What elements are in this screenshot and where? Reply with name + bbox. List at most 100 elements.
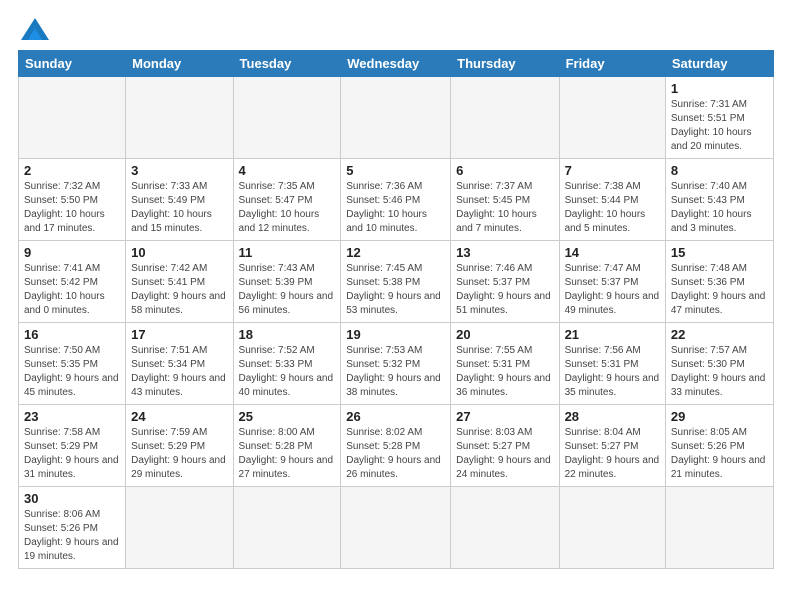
day-cell: 14 Sunrise: 7:47 AM Sunset: 5:37 PM Dayli… xyxy=(559,241,665,323)
day-number: 20 xyxy=(456,327,553,342)
week-row-2: 9Sunrise: 7:41 AM Sunset: 5:42 PM Daylig… xyxy=(19,241,774,323)
day-number: 29 xyxy=(671,409,768,424)
day-cell xyxy=(126,487,233,569)
day-cell: 9Sunrise: 7:41 AM Sunset: 5:42 PM Daylig… xyxy=(19,241,126,323)
day-cell: 29 Sunrise: 8:05 AM Sunset: 5:26 PM Dayli… xyxy=(665,405,773,487)
day-cell: 18 Sunrise: 7:52 AM Sunset: 5:33 PM Dayli… xyxy=(233,323,341,405)
day-cell: 6Sunrise: 7:37 AM Sunset: 5:45 PM Daylig… xyxy=(451,159,559,241)
day-info: Sunrise: 7:36 AM Sunset: 5:46 PM Dayligh… xyxy=(346,180,445,236)
day-number: 14 xyxy=(565,245,660,260)
day-cell: 2 Sunrise: 7:32 AM Sunset: 5:50 PM Daylig… xyxy=(19,159,126,241)
day-info: Sunrise: 7:40 AM Sunset: 5:43 PM Dayligh… xyxy=(671,180,768,236)
day-number: 18 xyxy=(239,327,336,342)
day-number: 22 xyxy=(671,327,768,342)
day-info: Sunrise: 7:31 AM Sunset: 5:51 PM Dayligh… xyxy=(671,98,768,154)
day-number: 5 xyxy=(346,163,445,178)
week-row-1: 2 Sunrise: 7:32 AM Sunset: 5:50 PM Daylig… xyxy=(19,159,774,241)
day-cell xyxy=(19,77,126,159)
weekday-monday: Monday xyxy=(126,51,233,77)
day-info: Sunrise: 7:47 AM Sunset: 5:37 PM Dayligh… xyxy=(565,262,660,318)
calendar-table: SundayMondayTuesdayWednesdayThursdayFrid… xyxy=(18,50,774,569)
day-info: Sunrise: 7:45 AM Sunset: 5:38 PM Dayligh… xyxy=(346,262,445,318)
header xyxy=(18,18,774,40)
day-cell: 27Sunrise: 8:03 AM Sunset: 5:27 PM Dayli… xyxy=(451,405,559,487)
weekday-header-row: SundayMondayTuesdayWednesdayThursdayFrid… xyxy=(19,51,774,77)
day-info: Sunrise: 7:35 AM Sunset: 5:47 PM Dayligh… xyxy=(239,180,336,236)
day-number: 25 xyxy=(239,409,336,424)
day-cell: 25 Sunrise: 8:00 AM Sunset: 5:28 PM Dayli… xyxy=(233,405,341,487)
day-number: 13 xyxy=(456,245,553,260)
day-number: 9 xyxy=(24,245,120,260)
day-info: Sunrise: 7:59 AM Sunset: 5:29 PM Dayligh… xyxy=(131,426,227,482)
day-info: Sunrise: 7:58 AM Sunset: 5:29 PM Dayligh… xyxy=(24,426,120,482)
day-cell: 24 Sunrise: 7:59 AM Sunset: 5:29 PM Dayli… xyxy=(126,405,233,487)
day-info: Sunrise: 8:02 AM Sunset: 5:28 PM Dayligh… xyxy=(346,426,445,482)
day-number: 1 xyxy=(671,81,768,96)
day-cell: 10 Sunrise: 7:42 AM Sunset: 5:41 PM Dayli… xyxy=(126,241,233,323)
weekday-thursday: Thursday xyxy=(451,51,559,77)
day-cell xyxy=(341,487,451,569)
weekday-tuesday: Tuesday xyxy=(233,51,341,77)
day-cell xyxy=(126,77,233,159)
page: SundayMondayTuesdayWednesdayThursdayFrid… xyxy=(0,0,792,612)
day-cell xyxy=(559,487,665,569)
day-number: 17 xyxy=(131,327,227,342)
day-number: 7 xyxy=(565,163,660,178)
day-cell: 16 Sunrise: 7:50 AM Sunset: 5:35 PM Dayli… xyxy=(19,323,126,405)
day-cell xyxy=(233,487,341,569)
day-cell: 26 Sunrise: 8:02 AM Sunset: 5:28 PM Dayli… xyxy=(341,405,451,487)
day-info: Sunrise: 7:43 AM Sunset: 5:39 PM Dayligh… xyxy=(239,262,336,318)
day-info: Sunrise: 8:06 AM Sunset: 5:26 PM Dayligh… xyxy=(24,508,120,564)
day-cell: 1 Sunrise: 7:31 AM Sunset: 5:51 PM Daylig… xyxy=(665,77,773,159)
day-number: 23 xyxy=(24,409,120,424)
day-cell: 19Sunrise: 7:53 AM Sunset: 5:32 PM Dayli… xyxy=(341,323,451,405)
day-info: Sunrise: 8:03 AM Sunset: 5:27 PM Dayligh… xyxy=(456,426,553,482)
day-number: 4 xyxy=(239,163,336,178)
logo xyxy=(18,18,49,40)
day-info: Sunrise: 7:38 AM Sunset: 5:44 PM Dayligh… xyxy=(565,180,660,236)
day-number: 19 xyxy=(346,327,445,342)
day-cell: 7 Sunrise: 7:38 AM Sunset: 5:44 PM Daylig… xyxy=(559,159,665,241)
day-cell: 22 Sunrise: 7:57 AM Sunset: 5:30 PM Dayli… xyxy=(665,323,773,405)
week-row-3: 16 Sunrise: 7:50 AM Sunset: 5:35 PM Dayli… xyxy=(19,323,774,405)
day-number: 11 xyxy=(239,245,336,260)
day-number: 26 xyxy=(346,409,445,424)
day-number: 8 xyxy=(671,163,768,178)
day-cell xyxy=(665,487,773,569)
day-info: Sunrise: 8:05 AM Sunset: 5:26 PM Dayligh… xyxy=(671,426,768,482)
day-cell: 8 Sunrise: 7:40 AM Sunset: 5:43 PM Daylig… xyxy=(665,159,773,241)
day-info: Sunrise: 7:48 AM Sunset: 5:36 PM Dayligh… xyxy=(671,262,768,318)
day-number: 21 xyxy=(565,327,660,342)
day-info: Sunrise: 7:52 AM Sunset: 5:33 PM Dayligh… xyxy=(239,344,336,400)
week-row-5: 30 Sunrise: 8:06 AM Sunset: 5:26 PM Dayli… xyxy=(19,487,774,569)
day-cell xyxy=(341,77,451,159)
day-number: 12 xyxy=(346,245,445,260)
day-number: 2 xyxy=(24,163,120,178)
day-cell: 13Sunrise: 7:46 AM Sunset: 5:37 PM Dayli… xyxy=(451,241,559,323)
day-cell xyxy=(451,77,559,159)
day-info: Sunrise: 8:04 AM Sunset: 5:27 PM Dayligh… xyxy=(565,426,660,482)
week-row-0: 1 Sunrise: 7:31 AM Sunset: 5:51 PM Daylig… xyxy=(19,77,774,159)
day-info: Sunrise: 7:50 AM Sunset: 5:35 PM Dayligh… xyxy=(24,344,120,400)
day-number: 30 xyxy=(24,491,120,506)
day-info: Sunrise: 7:37 AM Sunset: 5:45 PM Dayligh… xyxy=(456,180,553,236)
day-cell: 30 Sunrise: 8:06 AM Sunset: 5:26 PM Dayli… xyxy=(19,487,126,569)
day-number: 10 xyxy=(131,245,227,260)
day-number: 24 xyxy=(131,409,227,424)
day-cell: 11 Sunrise: 7:43 AM Sunset: 5:39 PM Dayli… xyxy=(233,241,341,323)
logo-icon xyxy=(21,18,49,40)
day-cell xyxy=(233,77,341,159)
day-info: Sunrise: 8:00 AM Sunset: 5:28 PM Dayligh… xyxy=(239,426,336,482)
day-cell: 15Sunrise: 7:48 AM Sunset: 5:36 PM Dayli… xyxy=(665,241,773,323)
day-number: 16 xyxy=(24,327,120,342)
day-info: Sunrise: 7:57 AM Sunset: 5:30 PM Dayligh… xyxy=(671,344,768,400)
day-info: Sunrise: 7:32 AM Sunset: 5:50 PM Dayligh… xyxy=(24,180,120,236)
day-info: Sunrise: 7:33 AM Sunset: 5:49 PM Dayligh… xyxy=(131,180,227,236)
day-cell: 21Sunrise: 7:56 AM Sunset: 5:31 PM Dayli… xyxy=(559,323,665,405)
weekday-friday: Friday xyxy=(559,51,665,77)
day-cell: 4 Sunrise: 7:35 AM Sunset: 5:47 PM Daylig… xyxy=(233,159,341,241)
day-number: 28 xyxy=(565,409,660,424)
day-info: Sunrise: 7:42 AM Sunset: 5:41 PM Dayligh… xyxy=(131,262,227,318)
day-cell xyxy=(451,487,559,569)
day-cell: 12 Sunrise: 7:45 AM Sunset: 5:38 PM Dayli… xyxy=(341,241,451,323)
